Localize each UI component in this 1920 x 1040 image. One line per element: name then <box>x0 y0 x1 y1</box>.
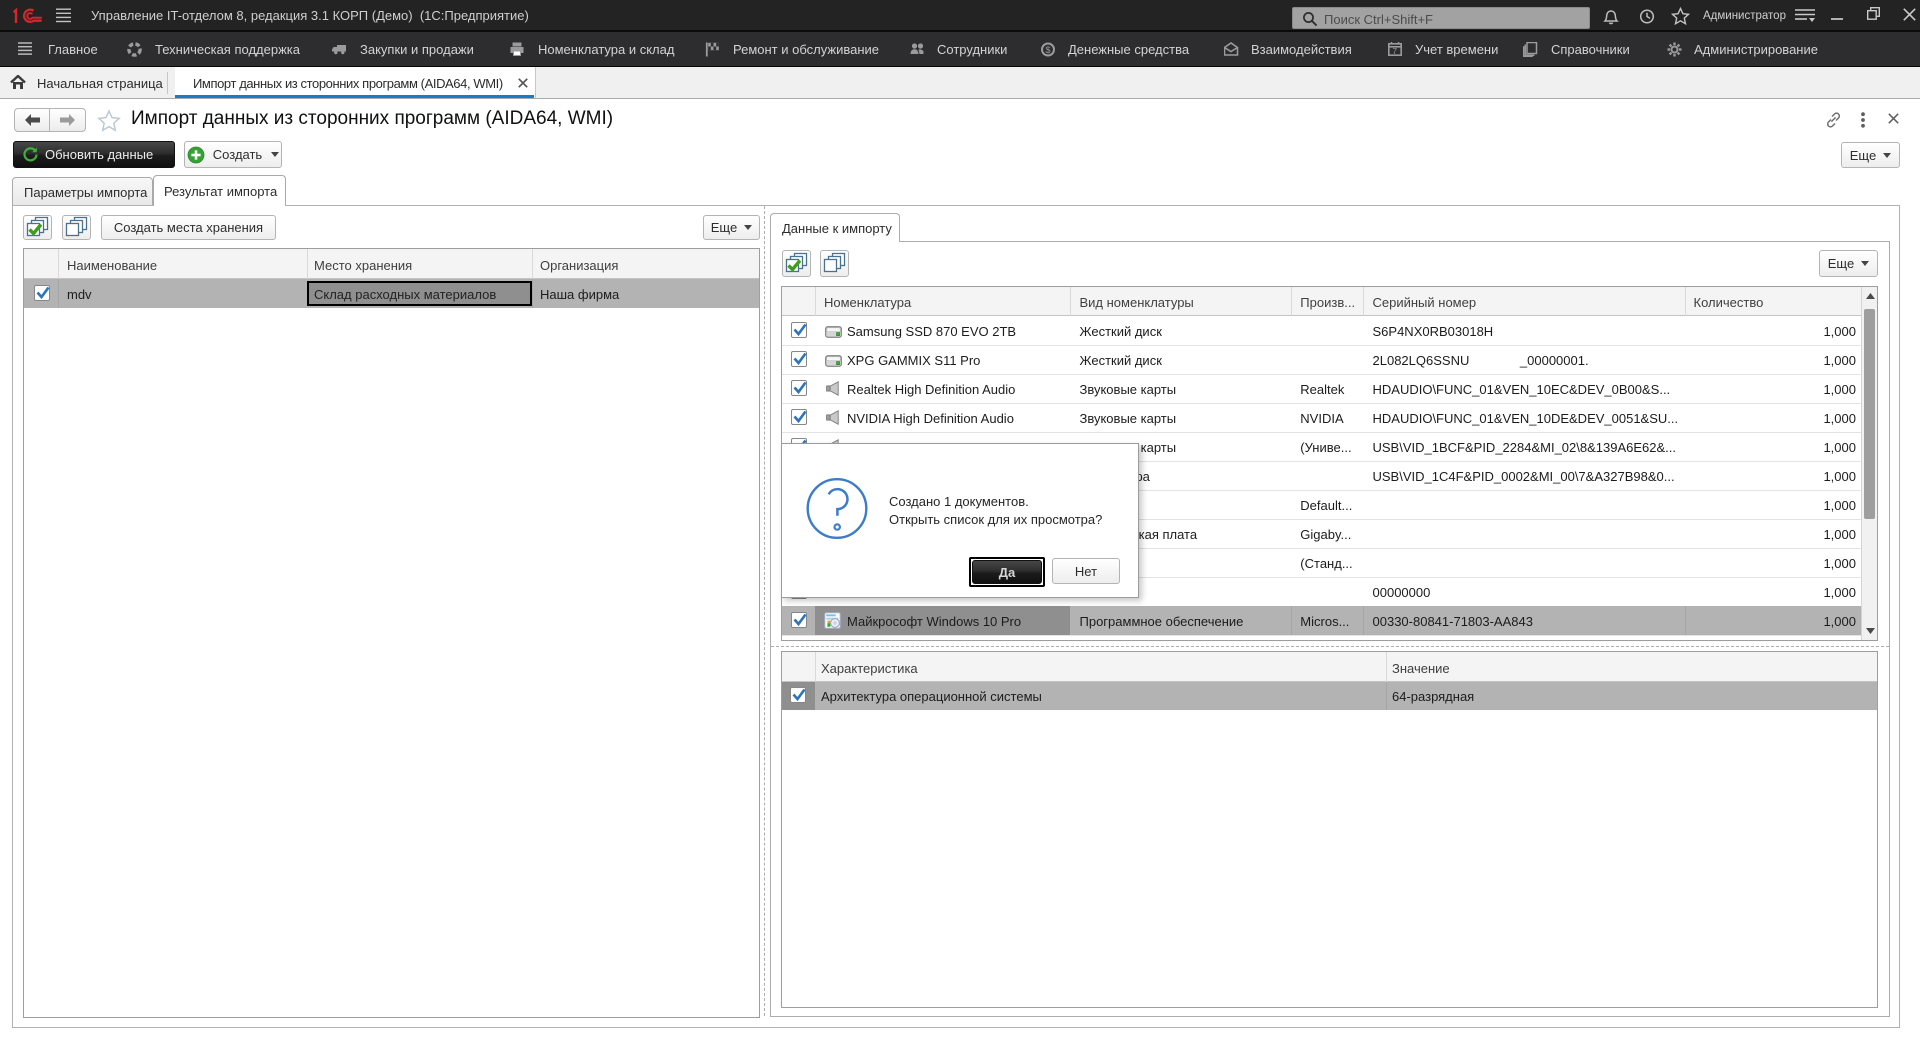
svg-text:7: 7 <box>1393 47 1398 56</box>
svg-text:$: $ <box>1046 45 1051 55</box>
